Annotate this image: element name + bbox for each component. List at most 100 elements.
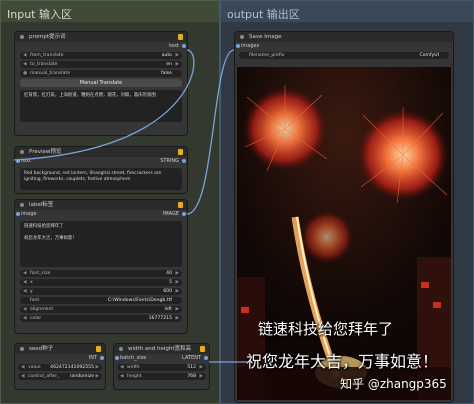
arrow-left-icon[interactable]: ◀ (23, 306, 27, 313)
label-node-title: label标签 (29, 202, 54, 208)
seed-output-port[interactable] (100, 356, 104, 360)
seed-value-field[interactable]: ◀ value 462472141092555 ▶ (18, 364, 102, 371)
arrow-left-icon[interactable]: ◀ (21, 364, 25, 371)
save-input-port[interactable] (236, 44, 240, 48)
arrow-right-icon[interactable]: ▶ (95, 373, 99, 380)
toggle-dot-icon: ● (23, 71, 28, 76)
arrow-right-icon[interactable]: ▶ (175, 61, 179, 68)
collapse-dot-icon[interactable] (240, 35, 244, 39)
widget-value: 768 (187, 374, 196, 379)
collapse-dot-icon[interactable] (20, 347, 24, 351)
seed-output-row: INT (15, 354, 105, 362)
size-node[interactable]: width and height宽和高 batch_size LATENT ◀ … (113, 343, 210, 390)
arrow-right-icon[interactable]: ▶ (175, 270, 179, 277)
save-input-row: images (235, 42, 453, 50)
lock-icon[interactable] (200, 346, 205, 352)
arrow-left-icon[interactable]: ◀ (23, 61, 27, 68)
prompt-node-header[interactable]: prompt提示词 (15, 32, 187, 42)
seed-output-label: INT (88, 355, 97, 361)
arrow-left-icon[interactable]: ◀ (23, 279, 27, 286)
preview-node-header[interactable]: Preview预览 (15, 147, 187, 157)
arrow-right-icon[interactable]: ▶ (199, 364, 203, 371)
prompt-textarea[interactable]: 红背景，红灯笼，上海街道，鞭炮在点燃，烟花，对联，喜庆的氛围 (20, 90, 182, 122)
arrow-right-icon[interactable]: ▶ (175, 288, 179, 295)
lock-icon[interactable] (178, 34, 183, 40)
widget-label: y (30, 289, 33, 294)
arrow-right-icon[interactable]: ▶ (95, 364, 99, 371)
widget-value: C:\Windows\Fonts\Dengb.ttf (107, 298, 172, 303)
label-node[interactable]: label标签 image IMAGE 链速科技给您拜年了 祝您龙年大吉，万事如… (14, 199, 188, 334)
label-input-port[interactable] (16, 212, 20, 216)
prompt-node[interactable]: prompt提示词 text ◀ from_translate auto ▶ ◀… (14, 31, 188, 136)
size-input-label: batch_size (120, 355, 147, 361)
arrow-left-icon[interactable]: ◀ (23, 288, 27, 295)
font-size-field[interactable]: ◀ font_size 40 ▶ (20, 270, 182, 277)
lock-icon[interactable] (96, 346, 101, 352)
preview-output-label: STRING (160, 158, 179, 164)
preview-node-title: Preview预览 (29, 149, 62, 155)
widget-value: 16777215 (148, 316, 172, 321)
seed-node[interactable]: seed种子 INT ◀ value 462472141092555 ▶ ◀ c… (14, 343, 106, 390)
label-port-row: image IMAGE (15, 210, 187, 218)
arrow-left-icon[interactable]: ◀ (120, 364, 124, 371)
size-input-port[interactable] (115, 356, 119, 360)
widget-label: x (30, 280, 33, 285)
arrow-left-icon[interactable]: ◀ (120, 373, 124, 380)
image-caption-line2: 祝您龙年大吉，万事如意！ (246, 352, 439, 371)
y-field[interactable]: ◀ y 600 ▶ (20, 288, 182, 295)
arrow-left-icon[interactable]: ◀ (21, 373, 25, 380)
preview-input-port[interactable] (16, 159, 20, 163)
control-after-generate-select[interactable]: ◀ control_after_ randomize ▶ (18, 373, 102, 380)
collapse-dot-icon[interactable] (119, 347, 123, 351)
output-group-title: output 输出区 (227, 8, 300, 21)
widget-label: font_size (30, 271, 51, 276)
color-field[interactable]: ◀ color 16777215 ▶ (20, 315, 182, 322)
filename-prefix-field[interactable]: filename_prefix ComfyUI (239, 52, 449, 59)
widget-value: 512 (187, 365, 196, 370)
widget-value: false (161, 71, 172, 76)
label-node-header[interactable]: label标签 (15, 200, 187, 210)
seed-node-header[interactable]: seed种子 (15, 344, 105, 354)
arrow-right-icon[interactable]: ▶ (175, 306, 179, 313)
widget-value: 462472141092555 (50, 365, 94, 370)
widget-value: 40 (166, 271, 172, 276)
font-field[interactable]: font C:\Windows\Fonts\Dengb.ttf (20, 297, 182, 304)
widget-label: control_after_ (28, 374, 60, 379)
prompt-node-title: prompt提示词 (29, 34, 66, 40)
preview-node[interactable]: Preview预览 text STRING Red background, re… (14, 146, 188, 194)
manual-translate-button[interactable]: Manual Translate (20, 79, 182, 87)
collapse-dot-icon[interactable] (20, 203, 24, 207)
to-translate-select[interactable]: ◀ to_translate en ▶ (20, 61, 182, 68)
lock-icon[interactable] (178, 202, 183, 208)
manual-translate-toggle[interactable]: ● manual_translate false (20, 70, 182, 77)
arrow-right-icon[interactable]: ▶ (175, 279, 179, 286)
image-caption-line1: 链速科技给您拜年了 (258, 320, 394, 338)
widget-label: filename_prefix (249, 53, 285, 58)
from-translate-select[interactable]: ◀ from_translate auto ▶ (20, 52, 182, 59)
size-port-row: batch_size LATENT (114, 354, 209, 362)
size-output-port[interactable] (204, 356, 208, 360)
label-output-label: IMAGE (162, 211, 179, 217)
prompt-output-port[interactable] (182, 44, 186, 48)
arrow-right-icon[interactable]: ▶ (175, 52, 179, 59)
arrow-left-icon[interactable]: ◀ (23, 270, 27, 277)
arrow-right-icon[interactable]: ▶ (175, 315, 179, 322)
preview-output-port[interactable] (182, 159, 186, 163)
lock-icon[interactable] (178, 149, 183, 155)
arrow-left-icon[interactable]: ◀ (23, 52, 27, 59)
prompt-output-row: text (15, 42, 187, 50)
collapse-dot-icon[interactable] (20, 35, 24, 39)
collapse-dot-icon[interactable] (20, 150, 24, 154)
widget-value: left (164, 307, 172, 312)
width-field[interactable]: ◀ width 512 ▶ (117, 364, 206, 371)
height-field[interactable]: ◀ height 768 ▶ (117, 373, 206, 380)
size-node-header[interactable]: width and height宽和高 (114, 344, 209, 354)
x-field[interactable]: ◀ x 5 ▶ (20, 279, 182, 286)
label-textarea[interactable]: 链速科技给您拜年了 祝您龙年大吉，万事如意！ (20, 221, 182, 267)
alignment-select[interactable]: ◀ alignment left ▶ (20, 306, 182, 313)
label-output-port[interactable] (182, 212, 186, 216)
arrow-left-icon[interactable]: ◀ (23, 315, 27, 322)
arrow-right-icon[interactable]: ▶ (199, 373, 203, 380)
save-image-node-header[interactable]: Save Image (235, 32, 453, 42)
preview-textarea[interactable]: Red background, red lantern, Shanghai st… (20, 168, 182, 190)
